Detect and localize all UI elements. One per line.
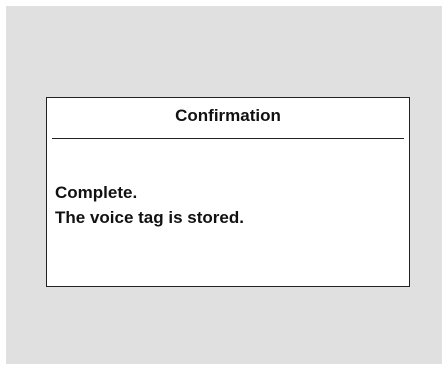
dialog-message: Complete. The voice tag is stored. <box>55 180 401 230</box>
title-divider <box>52 138 404 139</box>
dialog-title: Confirmation <box>175 106 281 125</box>
message-line-voice-tag-stored: The voice tag is stored. <box>55 208 244 227</box>
screen-background: Confirmation Complete. The voice tag is … <box>6 6 442 364</box>
confirmation-dialog: Confirmation Complete. The voice tag is … <box>46 97 410 287</box>
message-line-complete: Complete. <box>55 183 138 202</box>
